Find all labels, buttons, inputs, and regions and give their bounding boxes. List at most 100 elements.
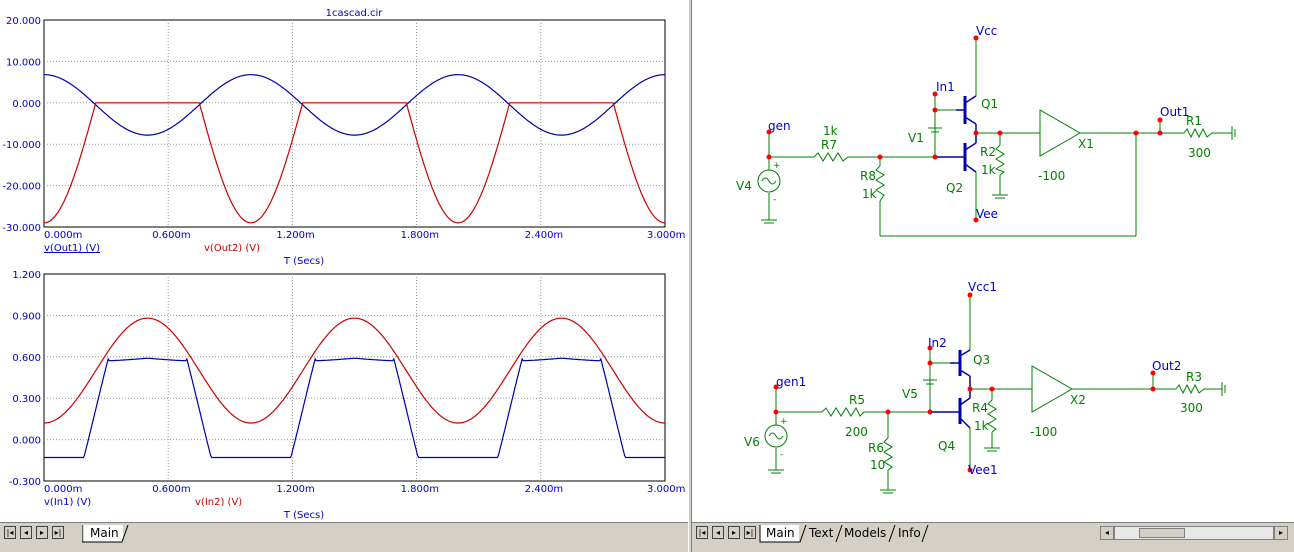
scroll-left-icon[interactable]: ◂ [1100, 526, 1114, 540]
r1-resistor [1183, 127, 1213, 139]
label-q3: Q3 [973, 353, 990, 367]
label-plus-v6: + [780, 417, 788, 427]
ground-symbols [761, 126, 1236, 494]
scroll-thumb[interactable] [1139, 528, 1185, 538]
y-tick-label: -10.000 [2, 140, 41, 151]
schematic-labels: Vcc In1 Q1 V1 R2 1k Q2 Vee gen 1k R7 R8 … [736, 24, 1211, 477]
bottom-xlabel: T (Secs) [283, 510, 324, 521]
label-gen: gen [768, 119, 791, 133]
horizontal-scrollbar[interactable] [1114, 526, 1274, 540]
x-tick-label: 3.000m [647, 484, 685, 495]
label-in2: In2 [928, 336, 947, 350]
next-page-icon[interactable]: ▸ [36, 526, 48, 539]
plot-window: 1cascad.cir 20.000 10.000 0.000 -10.000 -20.… [0, 0, 688, 522]
ac-sources [757, 169, 788, 448]
x-tick-label: 1.200m [276, 230, 314, 241]
label-r1: R1 [1186, 114, 1202, 128]
y-tick-label: 0.000 [12, 436, 41, 447]
label-q1: Q1 [981, 97, 998, 111]
left-tab-bar: |◂ ◂ ▸ ▸| Main [0, 522, 688, 552]
bottom-legend-in2: v(In2) (V) [195, 497, 242, 508]
right-tab-bar: |◂ ◂ ▸ ▸| Main Text Models Info ◂ ▸ [692, 522, 1294, 552]
next-page-icon[interactable]: ▸ [728, 526, 740, 539]
label-in1: In1 [936, 80, 955, 94]
y-tick-label: 1.200 [12, 270, 41, 281]
label-r5: R5 [849, 393, 865, 407]
label-r6: R6 [868, 441, 884, 455]
label-r3-value: 300 [1180, 401, 1203, 415]
label-r2-value: 1k [981, 163, 996, 177]
amplifiers [1031, 109, 1082, 413]
y-tick-label: 0.900 [12, 311, 41, 322]
label-r4-value: 1k [974, 419, 989, 433]
r3-resistor [1175, 383, 1205, 395]
y-tick-label: 0.000 [12, 99, 41, 110]
label-v1: V1 [908, 131, 924, 145]
x-tick-label: 3.000m [647, 230, 685, 241]
transistors [930, 95, 977, 429]
prev-page-icon[interactable]: ◂ [712, 526, 724, 539]
label-r8-value: 1k [862, 187, 877, 201]
x1-amplifier-icon [1039, 109, 1082, 157]
label-v6: V6 [744, 435, 760, 449]
label-gen1: gen1 [776, 375, 806, 389]
first-page-icon[interactable]: |◂ [4, 526, 16, 539]
label-r7-value: 1k [823, 124, 838, 138]
x-tick-label: 0.000m [44, 230, 82, 241]
top-plot: 20.000 10.000 0.000 -10.000 -20.000 -30.000 0… [2, 16, 685, 267]
x-tick-label: 2.400m [525, 230, 563, 241]
tab-separators [759, 525, 929, 543]
x-tick-label: 0.000m [44, 484, 82, 495]
label-minus-v6: - [780, 450, 783, 460]
label-vcc: Vcc [976, 24, 997, 38]
label-r8: R8 [860, 169, 876, 183]
label-q2: Q2 [946, 181, 963, 195]
plot-area: 1cascad.cir 20.000 10.000 0.000 -10.000 -20.… [2, 8, 685, 521]
label-vee: Vee [976, 207, 998, 221]
schematic-canvas: Vcc In1 Q1 V1 R2 1k Q2 Vee gen 1k R7 R8 … [736, 24, 1236, 494]
y-tick-label: 0.600 [12, 353, 41, 364]
label-r2: R2 [980, 145, 996, 159]
scroll-right-icon[interactable]: ▸ [1274, 526, 1288, 540]
label-r5-value: 200 [845, 425, 868, 439]
label-x2-gain: -100 [1030, 425, 1057, 439]
r7-resistor [813, 152, 849, 162]
label-plus-v4: + [773, 161, 781, 171]
label-r3: R3 [1186, 370, 1202, 384]
y-tick-label: -0.300 [9, 477, 41, 488]
last-page-icon[interactable]: ▸| [52, 526, 64, 539]
label-vcc1: Vcc1 [968, 280, 997, 294]
schematic-window: Vcc In1 Q1 V1 R2 1k Q2 Vee gen 1k R7 R8 … [692, 0, 1294, 522]
last-page-icon[interactable]: ▸| [744, 526, 756, 539]
top-plot-frame [43, 19, 666, 228]
r4-resistor [987, 399, 997, 433]
r8-resistor [875, 165, 885, 202]
top-legend-out1: v(Out1) (V) [44, 243, 100, 254]
label-out1: Out1 [1160, 105, 1189, 119]
y-tick-label: -30.000 [2, 223, 41, 234]
prev-page-icon[interactable]: ◂ [20, 526, 32, 539]
label-v4: V4 [736, 179, 752, 193]
label-r4: R4 [972, 401, 988, 415]
r2-resistor [994, 144, 1006, 176]
first-page-icon[interactable]: |◂ [696, 526, 708, 539]
label-r7: R7 [821, 138, 837, 152]
x-tick-label: 1.800m [401, 484, 439, 495]
y-tick-label: -20.000 [2, 182, 41, 193]
label-r1-value: 300 [1188, 146, 1211, 160]
plot-title: 1cascad.cir [326, 8, 384, 19]
label-v5: V5 [902, 387, 918, 401]
y-tick-label: 10.000 [6, 57, 41, 68]
label-x1: X1 [1078, 137, 1094, 151]
label-q4: Q4 [938, 439, 955, 453]
x-tick-label: 1.800m [401, 230, 439, 241]
x-tick-label: 0.600m [152, 230, 190, 241]
tab-outline [82, 525, 129, 543]
y-tick-label: 20.000 [6, 16, 41, 27]
label-vee1: Vee1 [968, 463, 998, 477]
x2-amplifier-icon [1031, 365, 1074, 413]
label-minus-v4: - [773, 195, 776, 205]
x-tick-label: 1.200m [276, 484, 314, 495]
bottom-legend-in1: v(In1) (V) [44, 497, 91, 508]
x-tick-label: 2.400m [525, 484, 563, 495]
